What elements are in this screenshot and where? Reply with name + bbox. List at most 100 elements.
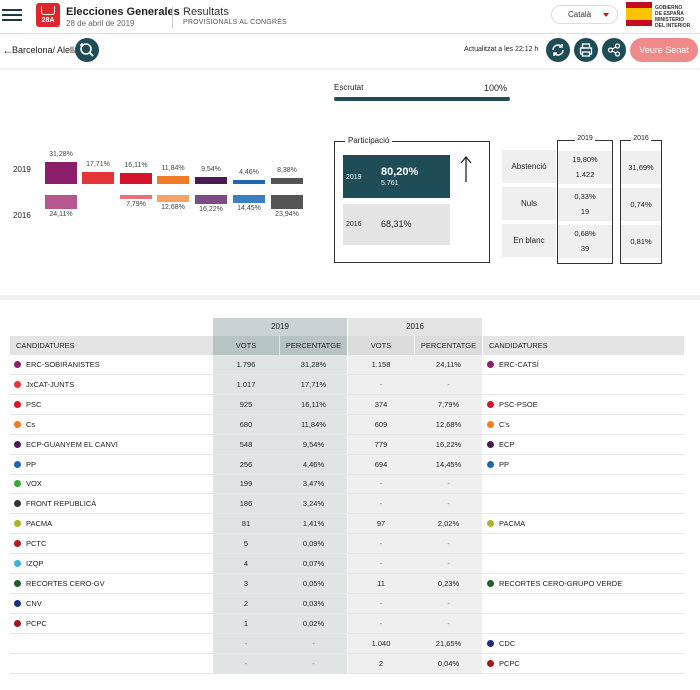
view-senate-button[interactable]: Veure Senat xyxy=(630,38,698,62)
location-breadcrumb[interactable]: Barcelona/ Alella xyxy=(12,45,79,55)
candidature-2019: VOX xyxy=(26,479,42,489)
bar-2019[interactable] xyxy=(195,177,227,184)
table-row[interactable]: ECP-GUANYEM EL CANVI 548 9,54% 779 16,22% ECP xyxy=(10,435,684,455)
header-candidatures-2019[interactable]: CANDIDATURES xyxy=(10,336,213,355)
stat-label: En blanc xyxy=(502,224,556,257)
bar-2019[interactable] xyxy=(233,180,265,184)
votes-2019: 3 xyxy=(243,578,249,588)
table-row[interactable]: - - 1.040 21,65% CDC xyxy=(10,634,684,654)
candidature-2016 xyxy=(483,534,684,553)
bar-2016[interactable] xyxy=(45,195,77,209)
bar-2019[interactable] xyxy=(45,162,77,184)
table-row[interactable]: - - 2 0,04% PCPC xyxy=(10,654,684,674)
pct-2016: 12,68% xyxy=(435,419,462,429)
bar-label-2019: 17,71% xyxy=(86,160,110,168)
bar-2019[interactable] xyxy=(271,178,303,184)
table-row[interactable]: IZQP 4 0,07% - - xyxy=(10,554,684,574)
votes-2019: 199 xyxy=(239,479,253,489)
bar-label-2019: 31,28% xyxy=(49,151,73,158)
pct-2019: - xyxy=(312,638,315,648)
refresh-button[interactable] xyxy=(546,38,570,62)
table-row[interactable]: RECORTES CERO-GV 3 0,05% 11 0,23% RECORTES CE… xyxy=(10,574,684,594)
hamburger-menu-icon[interactable] xyxy=(2,6,22,26)
votes-2016: 1.158 xyxy=(371,360,391,369)
pct-2016: 21,65% xyxy=(435,638,462,648)
spain-coat-of-arms-icon xyxy=(626,2,652,26)
candidature-2019: CNV xyxy=(26,598,42,608)
stats-col-title-2019: 2019 xyxy=(575,135,595,142)
bar-2016[interactable] xyxy=(233,195,265,204)
participation-2019-pct: 80,20% xyxy=(381,166,419,178)
bar-2016[interactable] xyxy=(120,195,152,200)
bar-2019[interactable] xyxy=(82,171,114,184)
zoom-map-button[interactable] xyxy=(75,38,99,62)
stat-2016-cell: 0,74% xyxy=(621,188,661,221)
table-row[interactable]: PCTC 5 0,09% - - xyxy=(10,534,684,555)
votes-2019: 1 xyxy=(243,618,249,628)
votes-2016: 97 xyxy=(376,519,386,529)
header-votes-2019[interactable]: VOTS xyxy=(213,336,279,355)
stat-2019-pct: 0,68% xyxy=(574,229,596,238)
elections-logo[interactable]: 28A xyxy=(36,3,60,27)
language-select[interactable]: Català xyxy=(551,5,618,24)
table-row[interactable]: FRONT REPUBLICÀ 186 3,24% - - xyxy=(10,494,684,515)
results-title: Resultats xyxy=(183,6,229,18)
votes-2016: - xyxy=(379,598,383,608)
candidature-2016 xyxy=(483,494,684,513)
pct-2016: - xyxy=(447,379,450,389)
table-row[interactable]: JxCAT-JUNTS 1.017 17,71% - - xyxy=(10,375,684,395)
table-row[interactable]: PSC 925 16,11% 374 7,79% PSC-PSOE xyxy=(10,395,684,415)
toolbar: ← Barcelona/ Alella Actualitzat a les 22… xyxy=(0,34,700,68)
bar-2019[interactable] xyxy=(120,172,152,184)
logo-text: 28A xyxy=(41,17,55,24)
pct-2019: 0,07% xyxy=(302,559,325,568)
share-button[interactable] xyxy=(602,38,626,62)
header-pct-2019[interactable]: PERCENTATGE xyxy=(280,336,347,355)
bar-label-2019: 8,38% xyxy=(277,167,297,175)
stat-2016-cell: 31,69% xyxy=(621,151,661,184)
table-row[interactable]: PP 256 4,46% 694 14,45% PP xyxy=(10,455,684,475)
votes-2019: 1.017 xyxy=(236,379,256,389)
table-row[interactable]: PACMA 81 1,41% 97 2,02% PACMA xyxy=(10,514,684,535)
escrutat-label: Escrutat xyxy=(334,83,364,92)
candidature-2016: PCPC xyxy=(499,658,520,668)
candidature-2019 xyxy=(10,634,213,653)
header-candidatures-2016[interactable]: CANDIDATURES xyxy=(483,336,684,355)
table-row[interactable]: VOX 199 3,47% - - xyxy=(10,474,684,495)
pct-2016: 24,11% xyxy=(436,360,461,369)
pct-2016: 14,45% xyxy=(435,459,462,469)
table-row[interactable]: ERC-SOBIRANISTES 1.796 31,28% 1.158 24,11% ER… xyxy=(10,355,684,375)
bar-label-2016: 23,94% xyxy=(275,210,299,218)
bar-2016[interactable] xyxy=(157,195,189,203)
stat-2016-cell: 0,81% xyxy=(621,225,661,258)
candidature-2016: PSC-PSOE xyxy=(499,399,538,409)
results-table: 2019 2016 CANDIDATURES VOTS PERCENTATGE … xyxy=(0,300,700,690)
bar-2019[interactable] xyxy=(157,175,189,184)
print-button[interactable] xyxy=(574,38,598,62)
votes-2016: 779 xyxy=(374,439,388,449)
votes-2019: 680 xyxy=(239,419,253,429)
participation-box: Participació 2019 80,20% 5.761 2016 68,3… xyxy=(334,136,490,263)
pct-2016: - xyxy=(447,559,450,568)
votes-2019: 1.796 xyxy=(236,360,256,369)
participation-2019-year: 2019 xyxy=(346,174,362,181)
votes-2019: - xyxy=(244,638,248,648)
pct-2019: 11,84% xyxy=(301,419,326,429)
table-row[interactable]: Cs 680 11,84% 609 12,68% C's xyxy=(10,415,684,435)
table-row[interactable]: CNV 2 0,03% - - xyxy=(10,594,684,614)
bar-2016[interactable] xyxy=(195,195,227,205)
stats-column-2019: 2019 19,80% 1.422 0,33% 19 0,68% 39 xyxy=(557,135,613,264)
header-votes-2016[interactable]: VOTS xyxy=(348,336,414,355)
table-row[interactable]: PCPC 1 0,02% - - xyxy=(10,614,684,634)
bar-2016[interactable] xyxy=(271,195,303,209)
votes-2016: 2 xyxy=(378,658,384,668)
votes-2019: 5 xyxy=(243,539,249,549)
candidature-2016: C's xyxy=(499,419,510,429)
header-pct-2016[interactable]: PERCENTATGE xyxy=(415,336,482,355)
pct-2019: 0,03% xyxy=(302,598,325,608)
candidature-2016: PACMA xyxy=(499,519,526,529)
candidature-2019: FRONT REPUBLICÀ xyxy=(26,499,97,509)
candidature-2016: ECP xyxy=(499,439,515,449)
candidature-2019: Cs xyxy=(26,419,36,429)
stats-column-2016: 2016 31,69% 0,74% 0,81% xyxy=(620,135,662,264)
